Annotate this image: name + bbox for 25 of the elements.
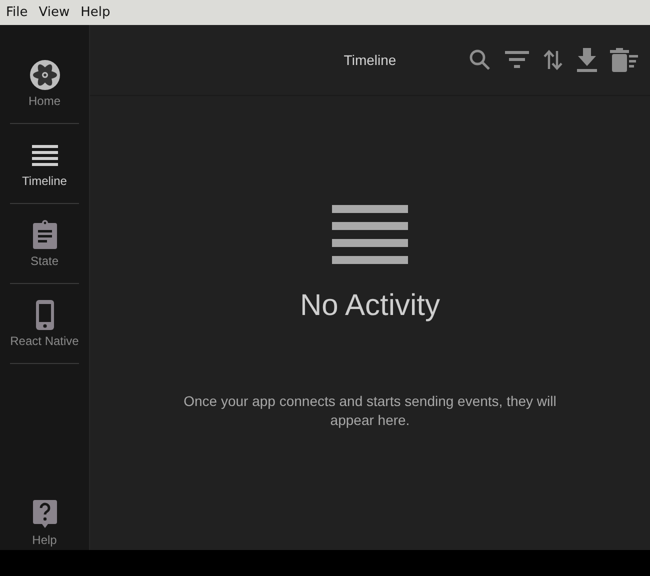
sidebar-item[interactable]: Home (10, 44, 79, 124)
sidebar-item[interactable]: State (10, 204, 79, 284)
sidebar-item[interactable]: React Native (10, 284, 79, 364)
help-icon (32, 499, 58, 529)
sidebar-item[interactable]: Timeline (10, 124, 79, 204)
search-button[interactable] (468, 48, 492, 72)
menu-item[interactable]: View (38, 5, 70, 20)
trash-icon (610, 48, 638, 72)
empty-title: No Activity (300, 288, 440, 324)
list-icon (332, 205, 408, 264)
atom-icon (28, 59, 60, 91)
empty-message: Once your app connects and starts sending events, they will appear here. (182, 392, 558, 430)
menu-item[interactable]: Help (80, 5, 110, 20)
header-title: Timeline (344, 52, 396, 68)
phone-icon (36, 300, 54, 330)
search-icon (468, 48, 492, 72)
download-button[interactable] (576, 48, 598, 72)
help-item[interactable]: Help (10, 498, 79, 550)
clipboard-icon (32, 220, 58, 250)
list-icon (32, 144, 58, 166)
clear-button[interactable] (610, 48, 638, 72)
menu-item[interactable]: File (6, 5, 28, 20)
sort-button[interactable] (542, 48, 564, 72)
download-icon (576, 48, 598, 72)
sort-icon (542, 48, 564, 72)
